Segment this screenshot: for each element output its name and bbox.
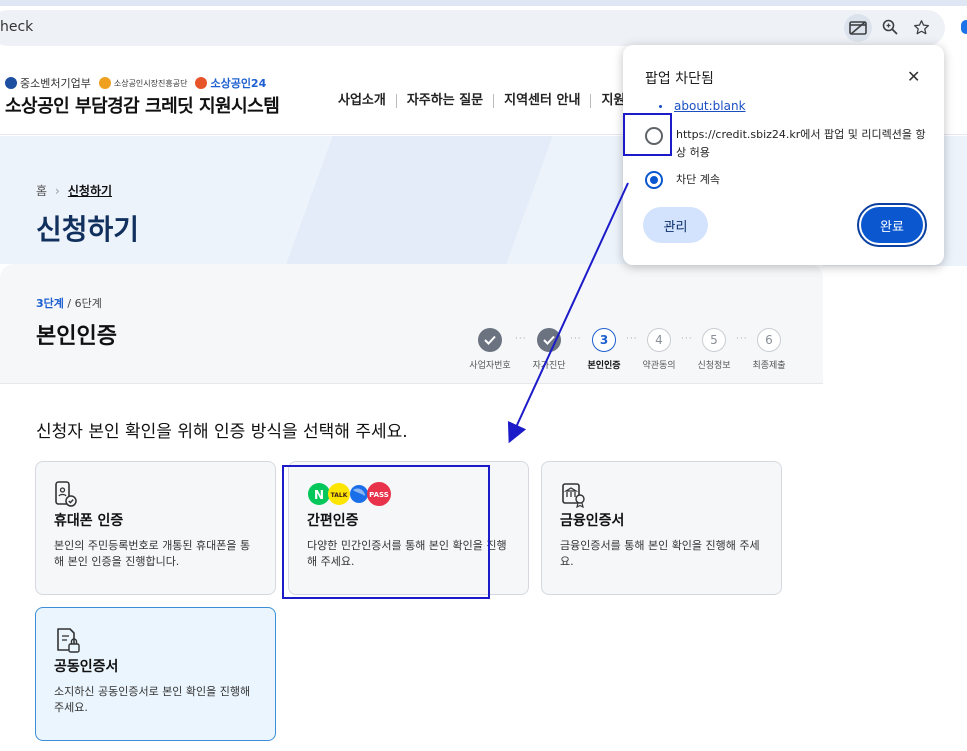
auth-option-title: 공동인증서: [54, 659, 119, 675]
step-5: 5 신청정보: [684, 328, 744, 371]
check-icon: [478, 328, 502, 352]
done-button[interactable]: 완료: [861, 207, 923, 243]
step-number: 6: [757, 328, 781, 352]
popup-title: 팝업 차단됨: [645, 71, 714, 87]
profile-indicator-icon[interactable]: [961, 20, 967, 34]
step-number: 5: [702, 328, 726, 352]
nav-item-intro[interactable]: 사업소개: [338, 94, 396, 108]
step-title: 본인인증: [36, 324, 117, 349]
main-nav: 사업소개 자주하는 질문 지역센터 안내 지원: [338, 94, 635, 108]
step-number: 3: [592, 328, 616, 352]
logo-mss[interactable]: 중소벤처기업부: [5, 75, 91, 91]
check-icon: [537, 328, 561, 352]
nav-item-centers[interactable]: 지역센터 안내: [493, 94, 590, 108]
step-label: 약관동의: [642, 361, 676, 371]
logo-row: 중소벤처기업부 소상공인시장진흥공단 소상공인24: [5, 75, 266, 91]
step-6: 6 최종제출: [739, 328, 799, 371]
address-bar-url[interactable]: heck: [0, 19, 33, 35]
step-indicator: 사업자번호 ··· 자가진단 ··· 3 본인인증 ··· 4 약관동의 ···…: [469, 328, 790, 372]
step-label: 사업자번호: [469, 361, 511, 371]
auth-option-desc: 소지하신 공동인증서로 본인 확인을 진행해 주세요.: [54, 685, 251, 714]
step-label: 자가진단: [532, 361, 566, 371]
auth-option-phone[interactable]: 휴대폰 인증 본인의 주민등록번호로 개통된 휴대폰을 통해 본인 인증을 진행…: [35, 461, 276, 595]
instruction-text: 신청자 본인 확인을 위해 인증 방식을 선택해 주세요.: [36, 422, 408, 442]
logo-mss-label: 중소벤처기업부: [20, 77, 91, 90]
bank-certificate-icon: [560, 480, 763, 508]
close-icon[interactable]: ✕: [907, 67, 920, 86]
logo-sbiz24[interactable]: 소상공인24: [195, 75, 266, 91]
step-count: 3단계 / 6단계: [36, 295, 102, 311]
auth-option-title: 휴대폰 인증: [54, 513, 124, 529]
bullet-icon: [659, 105, 662, 108]
popup-blocked-icon[interactable]: [844, 14, 872, 42]
breadcrumb-current[interactable]: 신청하기: [68, 182, 112, 199]
logo-semas-label: 소상공인시장진흥공단: [113, 78, 188, 88]
radio-keep-blocking-label[interactable]: 차단 계속: [676, 171, 720, 189]
auth-option-financial-cert[interactable]: 금융인증서 금융인증서를 통해 본인 확인을 진행해 주세요.: [541, 461, 782, 595]
bookmark-star-icon[interactable]: [910, 16, 932, 38]
step-label: 신청정보: [697, 361, 731, 371]
current-step: 3단계: [36, 297, 64, 310]
step-3: 3 본인인증: [574, 328, 634, 371]
document-lock-icon: [54, 626, 257, 654]
logo-sbiz24-label: 소상공인24: [210, 77, 267, 90]
browser-top-strip: [0, 0, 967, 6]
manage-button[interactable]: 관리: [643, 207, 708, 243]
nav-item-faq[interactable]: 자주하는 질문: [395, 94, 493, 108]
breadcrumb: 홈 › 신청하기: [36, 182, 112, 199]
auth-option-desc: 금융인증서를 통해 본인 확인을 진행해 주세요.: [560, 539, 760, 568]
total-steps: / 6단계: [67, 297, 102, 310]
step-1: 사업자번호: [460, 328, 520, 371]
annotation-highlight-simple-auth: [282, 465, 490, 599]
radio-keep-blocking[interactable]: [645, 171, 663, 189]
auth-option-desc: 본인의 주민등록번호로 개통된 휴대폰을 통해 본인 인증을 진행합니다.: [54, 539, 251, 568]
auth-option-title: 금융인증서: [560, 513, 625, 529]
phone-check-icon: [54, 480, 257, 508]
annotation-highlight-allow-radio: [623, 113, 672, 156]
radio-allow-label[interactable]: https://credit.sbiz24.kr에서 팝업 및 리디렉션을 항상…: [676, 126, 926, 162]
step-label: 본인인증: [587, 361, 621, 371]
chevron-right-icon: ›: [55, 183, 60, 198]
address-bar[interactable]: heck: [0, 10, 945, 46]
step-number: 4: [647, 328, 671, 352]
auth-option-joint-cert[interactable]: 공동인증서 소지하신 공동인증서로 본인 확인을 진행해 주세요.: [35, 607, 276, 741]
step-panel: 3단계 / 6단계 본인인증 사업자번호 ··· 자가진단 ··· 3 본인인증: [0, 264, 823, 384]
blocked-popup-link[interactable]: about:blank: [674, 99, 746, 113]
logo-semas[interactable]: 소상공인시장진흥공단: [98, 77, 188, 89]
breadcrumb-home[interactable]: 홈: [36, 182, 47, 199]
step-4: 4 약관동의: [629, 328, 689, 371]
site-title[interactable]: 소상공인 부담경감 크레딧 지원시스템: [5, 92, 280, 118]
page-title: 신청하기: [36, 213, 140, 246]
zoom-icon[interactable]: [879, 16, 901, 38]
step-label: 최종제출: [752, 361, 786, 371]
